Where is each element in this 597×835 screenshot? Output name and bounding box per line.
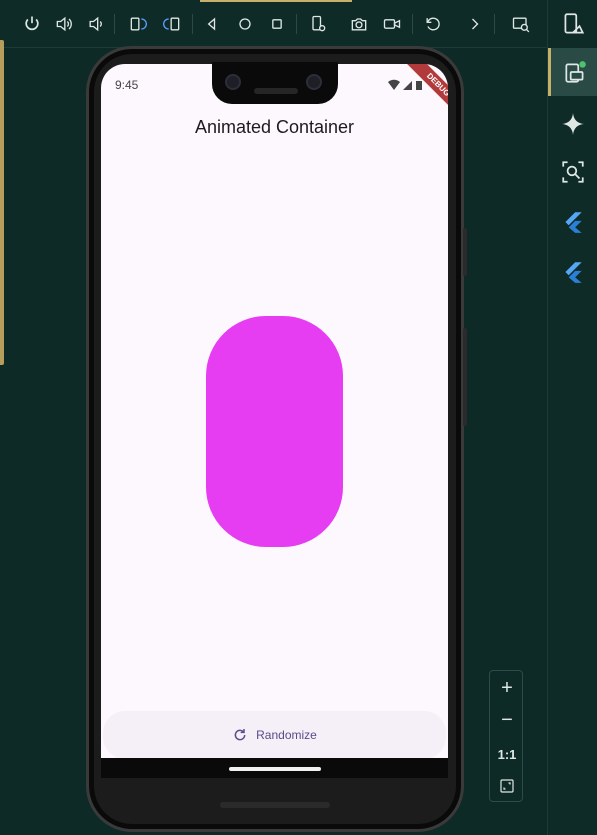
actual-size-button[interactable]: 1:1 bbox=[490, 739, 524, 769]
back-triangle-icon bbox=[207, 17, 216, 31]
app-bar-title: Animated Container bbox=[194, 117, 355, 137]
overview-square-icon bbox=[272, 19, 282, 29]
rotate-right-button[interactable] bbox=[160, 12, 184, 36]
toolbar-separator bbox=[192, 14, 193, 34]
home-circle-icon bbox=[239, 18, 251, 30]
status-time: 9:45 bbox=[115, 78, 139, 92]
device-power-key bbox=[463, 228, 467, 276]
back-button[interactable] bbox=[200, 12, 224, 36]
emulator-toolbar bbox=[0, 0, 548, 48]
refresh-icon bbox=[234, 729, 246, 741]
rotate-left-icon bbox=[130, 17, 147, 31]
toolbar-separator bbox=[412, 14, 413, 34]
toolbar-separator bbox=[114, 14, 115, 34]
chevron-right-icon bbox=[472, 18, 479, 30]
power-button[interactable] bbox=[20, 12, 44, 36]
status-signal-icons bbox=[388, 79, 422, 90]
record-button[interactable] bbox=[380, 12, 404, 36]
randomize-button[interactable]: Randomize bbox=[103, 711, 446, 759]
sparkle-icon bbox=[562, 113, 584, 135]
zoom-in-button[interactable]: + bbox=[490, 673, 524, 703]
device-manager-icon bbox=[564, 13, 585, 34]
search-window-icon bbox=[512, 17, 530, 33]
fit-screen-button[interactable] bbox=[490, 771, 524, 801]
zoom-out-button[interactable]: − bbox=[490, 705, 524, 735]
home-indicator[interactable] bbox=[229, 767, 321, 771]
volume-up-icon bbox=[56, 16, 72, 32]
device-gear-icon bbox=[312, 15, 326, 32]
toolbar-separator bbox=[296, 14, 297, 34]
rotate-left-button[interactable] bbox=[126, 12, 150, 36]
earpiece-speaker bbox=[254, 88, 298, 94]
video-camera-icon bbox=[383, 19, 401, 29]
rail-layout-inspector[interactable] bbox=[548, 148, 597, 196]
randomize-label: Randomize bbox=[256, 728, 317, 742]
left-panel-indicator bbox=[0, 40, 4, 365]
rail-device-manager[interactable] bbox=[548, 0, 597, 48]
undo-button[interactable] bbox=[421, 12, 445, 36]
camera-icon bbox=[351, 18, 367, 31]
volume-down-icon bbox=[89, 16, 102, 32]
rail-gemini[interactable] bbox=[548, 100, 597, 148]
layout-inspector-icon bbox=[562, 161, 584, 183]
undo-icon bbox=[426, 17, 440, 31]
rail-flutter-performance[interactable] bbox=[548, 248, 597, 296]
running-device-icon bbox=[564, 61, 586, 83]
rotate-right-icon bbox=[163, 17, 180, 31]
device-volume-keys bbox=[463, 328, 467, 426]
home-button[interactable] bbox=[233, 12, 257, 36]
animated-container bbox=[206, 316, 343, 547]
toolbar-separator bbox=[494, 14, 495, 34]
bottom-speaker-grille bbox=[220, 802, 330, 808]
flutter-icon bbox=[565, 212, 582, 233]
toolbar-accent bbox=[200, 0, 352, 2]
volume-up-button[interactable] bbox=[52, 12, 76, 36]
screenshot-button[interactable] bbox=[347, 12, 371, 36]
rail-flutter-inspector[interactable] bbox=[548, 198, 597, 246]
device-explorer-button[interactable] bbox=[509, 12, 533, 36]
volume-down-button[interactable] bbox=[84, 12, 108, 36]
rail-running-devices[interactable] bbox=[548, 48, 597, 96]
tool-window-rail bbox=[547, 0, 597, 835]
front-sensor-icon bbox=[306, 74, 322, 90]
fit-screen-icon bbox=[500, 779, 514, 793]
overview-button[interactable] bbox=[265, 12, 289, 36]
zoom-controls: + − 1:1 bbox=[489, 670, 523, 802]
front-camera-icon bbox=[225, 74, 241, 90]
power-icon bbox=[25, 16, 39, 31]
more-button[interactable] bbox=[463, 12, 487, 36]
device-settings-button[interactable] bbox=[306, 12, 330, 36]
flutter-icon bbox=[565, 262, 582, 283]
